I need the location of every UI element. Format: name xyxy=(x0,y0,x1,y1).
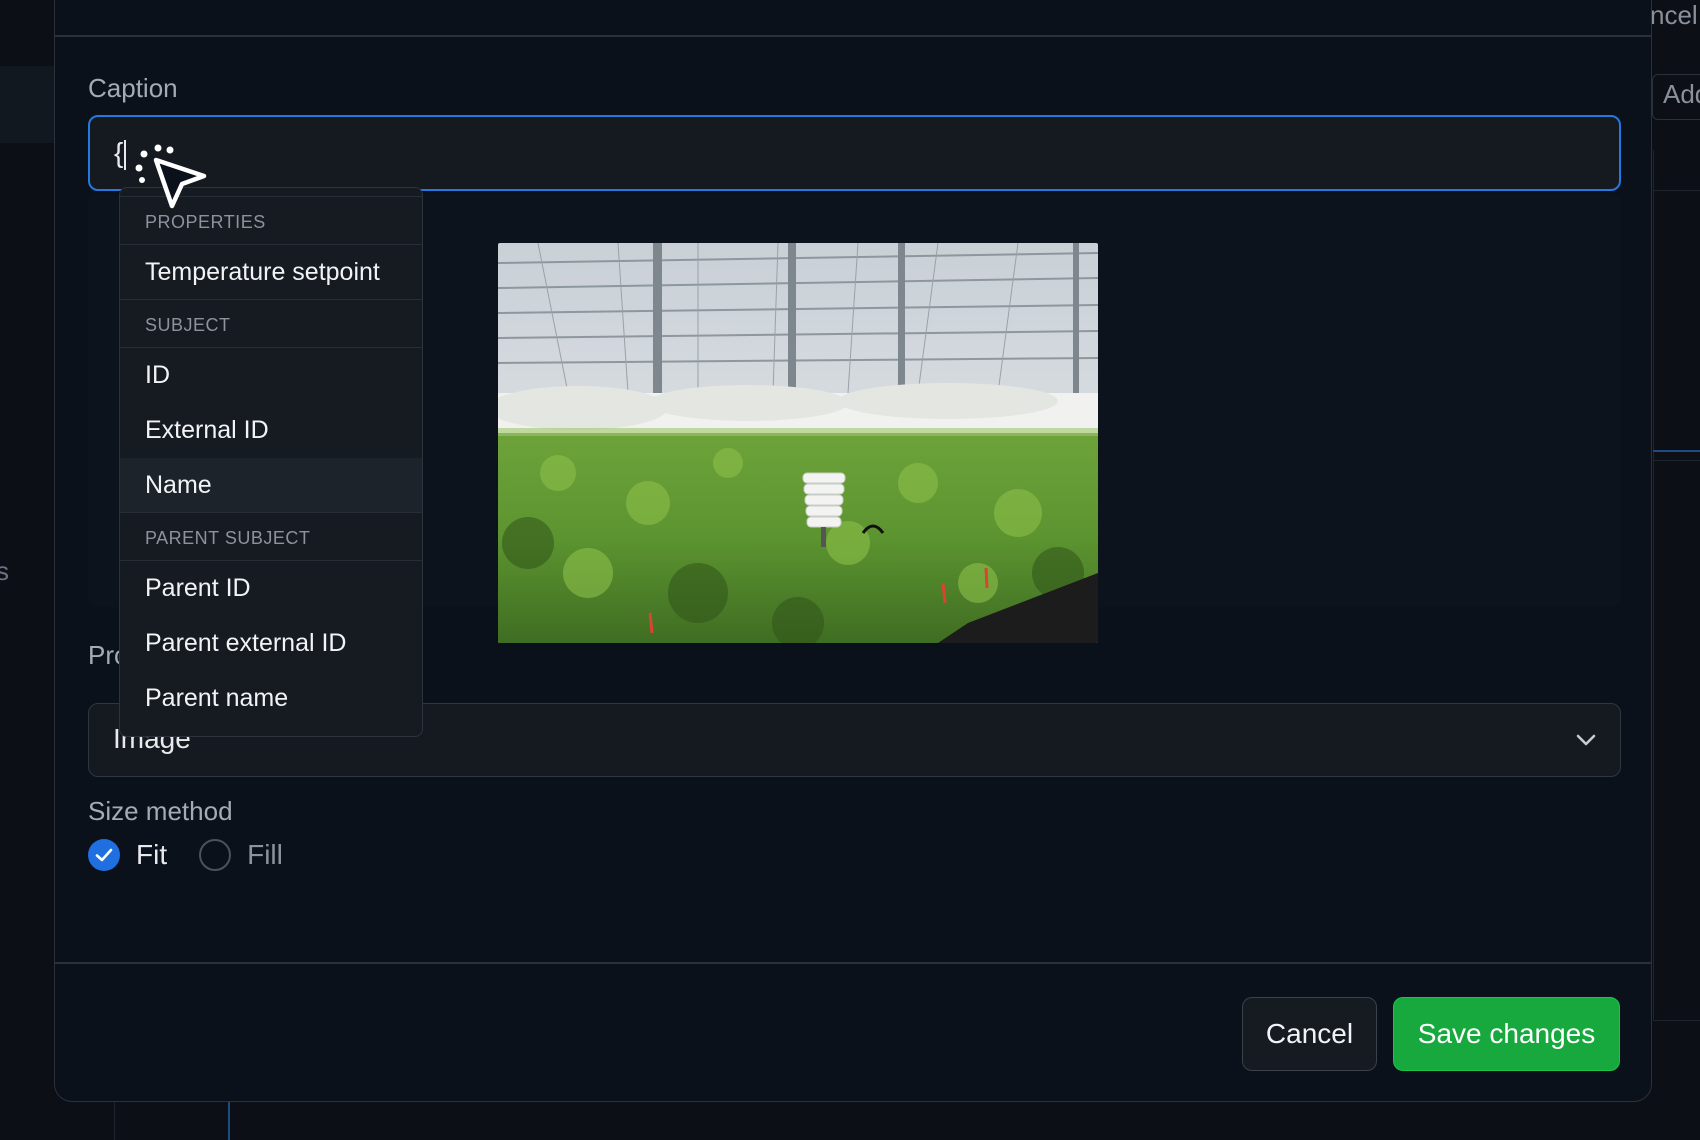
dropdown-item-parent-name[interactable]: Parent name xyxy=(120,671,422,726)
background-accent-line xyxy=(228,1100,230,1140)
greenhouse-photo xyxy=(498,243,1098,643)
dropdown-item-id[interactable]: ID xyxy=(120,348,422,403)
dropdown-section-header-parent-subject: PARENT SUBJECT xyxy=(120,513,422,561)
radio-fill-label: Fill xyxy=(247,839,283,870)
background-divider xyxy=(1653,190,1700,191)
dropdown-item-temperature-setpoint[interactable]: Temperature setpoint xyxy=(120,245,422,300)
click-cursor-icon xyxy=(135,144,207,209)
background-text: s xyxy=(0,556,9,586)
dropdown-item-parent-id[interactable]: Parent ID xyxy=(120,561,422,616)
size-method-radio-group: Fit Fill xyxy=(88,839,315,871)
background-column-line xyxy=(114,1100,115,1140)
modal-footer-divider xyxy=(55,962,1651,964)
text-caret xyxy=(124,139,127,170)
background-add-button: Add xyxy=(1652,74,1700,120)
save-changes-button[interactable]: Save changes xyxy=(1393,997,1620,1071)
caption-value: { xyxy=(114,137,124,168)
background-accent-line xyxy=(1653,450,1700,452)
dropdown-item-parent-external-id[interactable]: Parent external ID xyxy=(120,616,422,671)
modal-header-divider xyxy=(55,35,1651,37)
background-divider xyxy=(1653,460,1700,461)
background-panel xyxy=(0,66,54,143)
dropdown-item-name[interactable]: Name xyxy=(120,458,422,513)
dropdown-section-header-subject: SUBJECT xyxy=(120,300,422,348)
checkmark-icon xyxy=(88,839,120,871)
radio-fit-label: Fit xyxy=(136,839,168,870)
radio-fit[interactable]: Fit xyxy=(88,839,167,871)
caption-label: Caption xyxy=(88,73,178,103)
cancel-button[interactable]: Cancel xyxy=(1242,997,1377,1071)
background-cancel-text: ncel xyxy=(1650,0,1698,30)
chevron-down-icon xyxy=(1576,734,1596,746)
radio-empty-icon xyxy=(199,839,232,871)
placeholder-suggestions-dropdown: PROPERTIES Temperature setpoint SUBJECT … xyxy=(119,187,423,737)
size-method-label: Size method xyxy=(88,796,233,826)
caption-input[interactable]: { xyxy=(88,115,1621,191)
dropdown-item-external-id[interactable]: External ID xyxy=(120,403,422,458)
radio-fill[interactable]: Fill xyxy=(199,839,283,871)
background-divider xyxy=(1653,1020,1700,1021)
background-side-panel xyxy=(1653,150,1700,1020)
